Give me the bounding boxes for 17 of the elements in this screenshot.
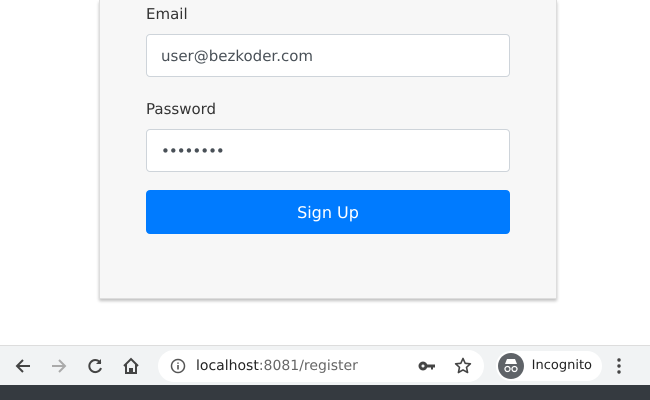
back-icon[interactable]: [14, 356, 32, 374]
sign-up-button[interactable]: Sign Up: [146, 190, 510, 234]
address-bar[interactable]: localhost:8081/register: [158, 350, 484, 382]
star-icon[interactable]: [454, 356, 472, 374]
url-text: localhost:8081/register: [196, 358, 359, 374]
info-icon[interactable]: [170, 358, 186, 374]
field-label: Email: [146, 4, 189, 24]
key-icon[interactable]: [418, 360, 436, 372]
field-label: Password: [146, 99, 218, 119]
menu-icon[interactable]: [616, 356, 622, 374]
incognito-icon: [498, 352, 524, 378]
password-field[interactable]: ••••••••: [146, 129, 510, 172]
reload-icon[interactable]: [86, 356, 104, 374]
home-icon[interactable]: [122, 356, 140, 374]
profile-button[interactable]: Incognito: [496, 350, 602, 380]
profile-label: Incognito: [532, 358, 592, 373]
email-field[interactable]: user@bezkoder.com: [146, 34, 510, 77]
